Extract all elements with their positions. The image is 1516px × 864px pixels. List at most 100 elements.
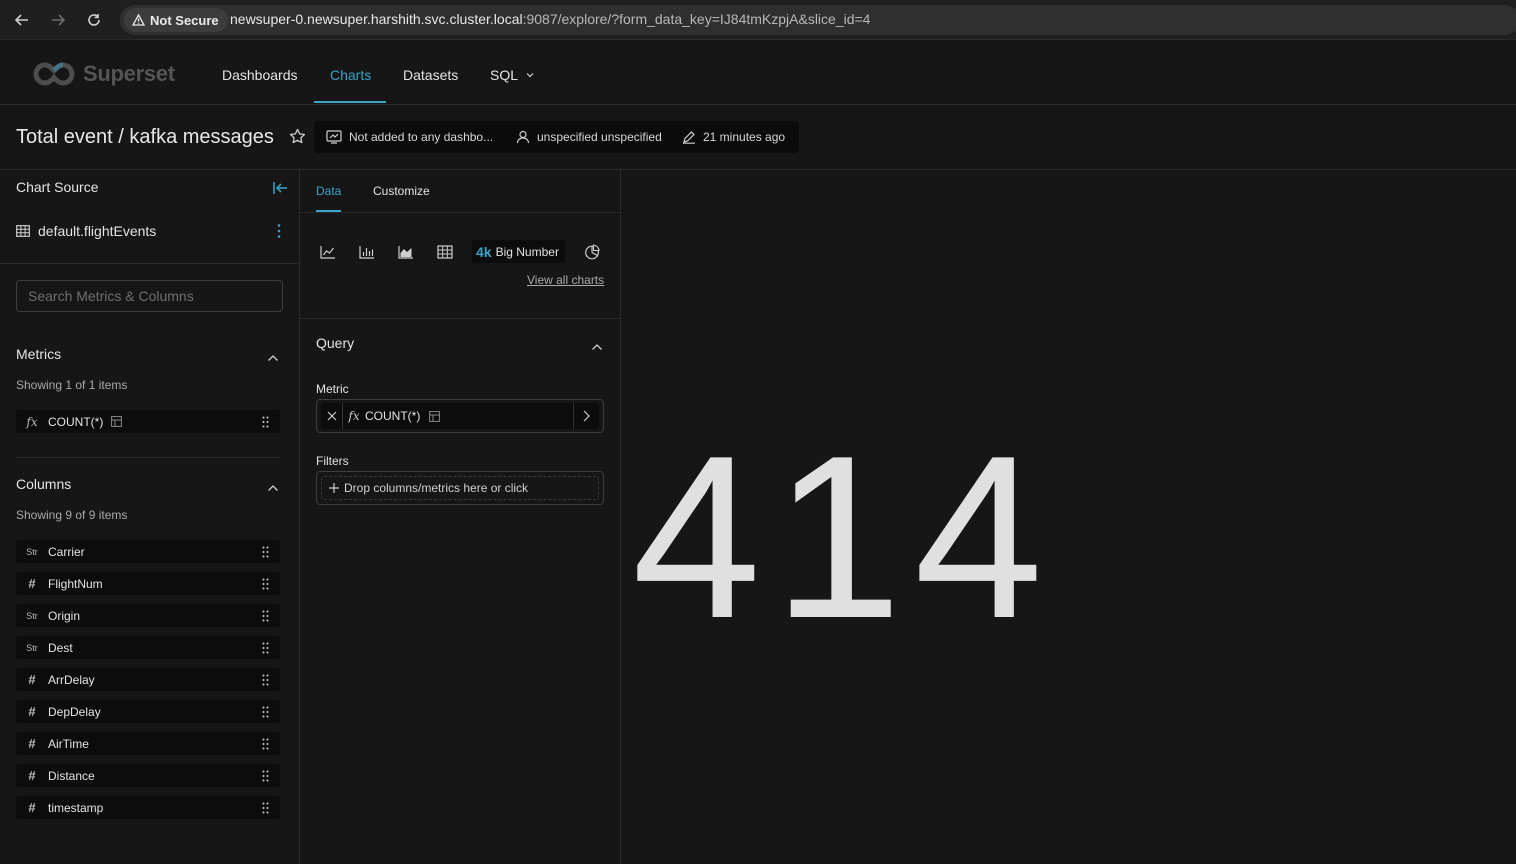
string-type-icon: Str bbox=[26, 642, 38, 653]
numeric-type-icon: # bbox=[28, 576, 36, 591]
numeric-type-icon: # bbox=[28, 768, 36, 783]
chart-header: Total event / kafka messages Not added t… bbox=[0, 105, 1516, 170]
big-number-chart-button[interactable]: 4k Big Number bbox=[472, 240, 565, 263]
chart-metadata-bar: Not added to any dashbo... unspecified u… bbox=[314, 121, 799, 153]
remove-metric-close-icon[interactable] bbox=[321, 403, 343, 429]
view-all-charts-link[interactable]: View all charts bbox=[527, 273, 604, 287]
filters-control: Drop columns/metrics here or click bbox=[316, 471, 604, 505]
url-path: :9087/explore/?form_data_key=IJ84tmKzpjA… bbox=[522, 11, 871, 27]
security-indicator[interactable]: Not Secure bbox=[124, 8, 228, 32]
tab-customize[interactable]: Customize bbox=[373, 184, 430, 198]
dataset-menu-icon[interactable] bbox=[276, 223, 282, 244]
column-name: ArrDelay bbox=[48, 672, 95, 687]
area-chart-icon[interactable] bbox=[396, 242, 416, 262]
chevron-right-icon[interactable] bbox=[573, 403, 599, 429]
security-label: Not Secure bbox=[150, 12, 219, 28]
column-name: timestamp bbox=[48, 800, 104, 815]
metrics-count: Showing 1 of 1 items bbox=[16, 378, 128, 392]
drag-handle-icon[interactable] bbox=[250, 416, 280, 428]
superset-logo-icon bbox=[33, 62, 75, 86]
column-name: Carrier bbox=[48, 544, 85, 559]
active-tab-indicator bbox=[314, 101, 386, 103]
table-chart-icon[interactable] bbox=[435, 242, 455, 262]
nav-dashboards[interactable]: Dashboards bbox=[222, 67, 298, 83]
column-item[interactable]: # AirTime bbox=[16, 732, 280, 755]
forward-arrow-icon[interactable] bbox=[48, 10, 68, 30]
metric-item[interactable]: fx COUNT(*) bbox=[16, 410, 280, 433]
modified-text: 21 minutes ago bbox=[703, 130, 786, 144]
column-item[interactable]: # DepDelay bbox=[16, 700, 280, 723]
nav-datasets[interactable]: Datasets bbox=[403, 67, 458, 83]
query-section-title[interactable]: Query bbox=[316, 335, 354, 351]
modified-info[interactable]: 21 minutes ago bbox=[682, 130, 785, 144]
column-item[interactable]: # Distance bbox=[16, 764, 280, 787]
drag-handle-icon[interactable] bbox=[250, 642, 280, 654]
columns-count: Showing 9 of 9 items bbox=[16, 508, 128, 522]
pie-chart-icon[interactable] bbox=[582, 242, 602, 262]
column-item[interactable]: Str Origin bbox=[16, 604, 280, 627]
nav-charts[interactable]: Charts bbox=[330, 67, 371, 83]
nav-sql-label: SQL bbox=[490, 67, 519, 83]
column-item[interactable]: # timestamp bbox=[16, 796, 280, 819]
dashboards-text: Not added to any dashbo... bbox=[349, 130, 494, 144]
user-icon bbox=[516, 130, 530, 144]
column-item[interactable]: # ArrDelay bbox=[16, 668, 280, 691]
metric-value: COUNT(*) bbox=[365, 409, 421, 423]
reload-icon[interactable] bbox=[84, 10, 104, 30]
sql-expression-icon bbox=[111, 416, 123, 427]
line-chart-icon[interactable] bbox=[318, 242, 338, 262]
numeric-type-icon: # bbox=[28, 736, 36, 751]
column-name: DepDelay bbox=[48, 704, 101, 719]
metric-control: fx COUNT(*) bbox=[316, 399, 604, 433]
bar-chart-icon[interactable] bbox=[357, 242, 377, 262]
big-number-value: 414 bbox=[632, 408, 1056, 667]
divider bbox=[0, 263, 300, 264]
back-arrow-icon[interactable] bbox=[12, 10, 32, 30]
owner-text: unspecified unspecified bbox=[537, 130, 662, 144]
browser-toolbar: Not Secure newsuper-0.newsuper.harshith.… bbox=[0, 0, 1516, 40]
drag-handle-icon[interactable] bbox=[250, 706, 280, 718]
edit-pencil-icon bbox=[683, 131, 695, 144]
search-metrics-columns-input[interactable] bbox=[16, 280, 283, 312]
divider bbox=[16, 457, 280, 458]
drag-handle-icon[interactable] bbox=[250, 674, 280, 686]
datasource-panel: Chart Source default.flightEvents Metric… bbox=[0, 170, 300, 864]
url-text: newsuper-0.newsuper.harshith.svc.cluster… bbox=[230, 11, 870, 27]
dashboards-info[interactable]: Not added to any dashbo... bbox=[326, 130, 493, 144]
collapse-panel-icon[interactable] bbox=[272, 181, 288, 200]
drag-handle-icon[interactable] bbox=[250, 738, 280, 750]
query-collapse-chevron-up-icon[interactable] bbox=[591, 338, 603, 356]
drag-handle-icon[interactable] bbox=[250, 770, 280, 782]
metrics-title: Metrics bbox=[16, 346, 62, 362]
owner-info[interactable]: unspecified unspecified bbox=[516, 130, 662, 144]
control-panel: Data Customize 4k Big Number View all ch… bbox=[300, 170, 621, 864]
chart-title[interactable]: Total event / kafka messages bbox=[16, 126, 274, 149]
drag-handle-icon[interactable] bbox=[250, 546, 280, 558]
filters-placeholder: Drop columns/metrics here or click bbox=[344, 481, 529, 495]
dataset-selector[interactable]: default.flightEvents bbox=[16, 223, 156, 239]
url-host: newsuper-0.newsuper.harshith.svc.cluster… bbox=[230, 11, 523, 27]
fx-icon: fx bbox=[348, 409, 360, 423]
nav-sql[interactable]: SQL bbox=[490, 67, 534, 83]
drag-handle-icon[interactable] bbox=[250, 802, 280, 814]
superset-logo[interactable]: Superset bbox=[33, 61, 175, 87]
drag-handle-icon[interactable] bbox=[250, 610, 280, 622]
metric-value-pill[interactable]: fx COUNT(*) bbox=[321, 403, 599, 429]
plus-icon bbox=[329, 483, 339, 493]
column-name: Dest bbox=[48, 640, 73, 655]
dataset-name: default.flightEvents bbox=[38, 223, 157, 239]
column-item[interactable]: Str Carrier bbox=[16, 540, 280, 563]
address-bar[interactable]: Not Secure newsuper-0.newsuper.harshith.… bbox=[120, 5, 1516, 35]
tab-data[interactable]: Data bbox=[316, 184, 341, 198]
favorite-star-icon[interactable] bbox=[289, 128, 306, 150]
numeric-type-icon: # bbox=[28, 672, 36, 687]
chart-source-title: Chart Source bbox=[16, 179, 99, 195]
column-item[interactable]: # FlightNum bbox=[16, 572, 280, 595]
warning-icon bbox=[132, 14, 145, 26]
top-navigation: Superset Dashboards Charts Datasets SQL bbox=[0, 41, 1516, 105]
metrics-collapse-chevron-up-icon[interactable] bbox=[267, 349, 279, 367]
drag-handle-icon[interactable] bbox=[250, 578, 280, 590]
columns-collapse-chevron-up-icon[interactable] bbox=[267, 479, 279, 497]
filters-drop-zone[interactable]: Drop columns/metrics here or click bbox=[321, 476, 599, 500]
column-item[interactable]: Str Dest bbox=[16, 636, 280, 659]
